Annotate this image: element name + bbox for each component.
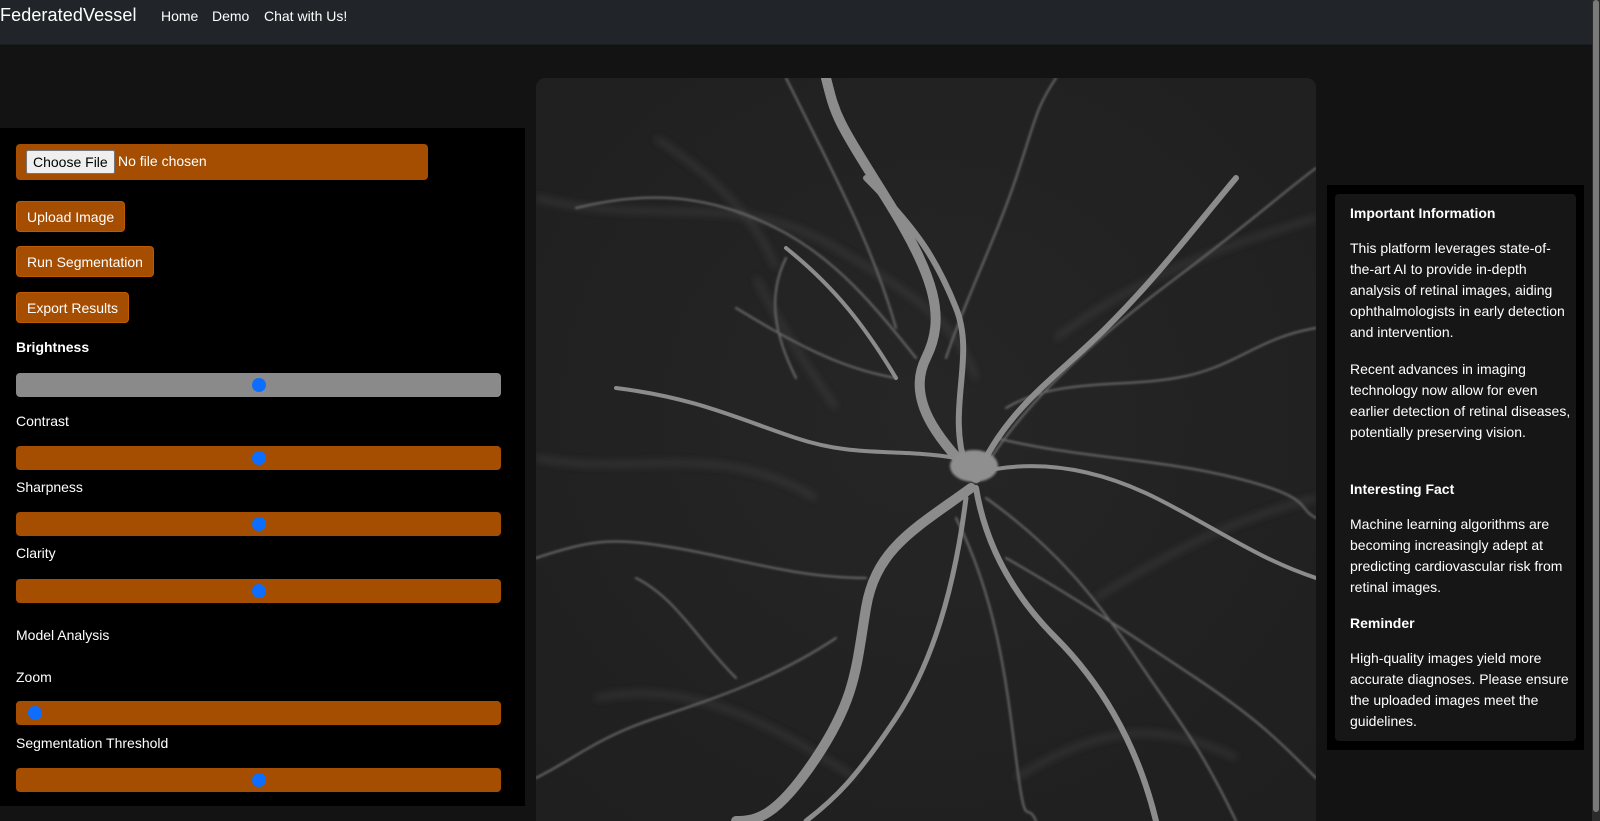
- choose-file-button[interactable]: Choose File: [26, 150, 115, 174]
- threshold-label: Segmentation Threshold: [16, 735, 169, 751]
- contrast-slider-thumb[interactable]: [251, 451, 266, 465]
- reminder-text: High-quality images yield more accurate …: [1350, 650, 1569, 729]
- file-status-text: No file chosen: [118, 153, 207, 169]
- sharpness-slider-thumb[interactable]: [251, 517, 266, 531]
- important-info-heading: Important Information: [1350, 205, 1496, 221]
- important-info-text-2: Recent advances in imaging technology no…: [1350, 361, 1571, 440]
- contrast-slider[interactable]: [16, 446, 501, 470]
- run-segmentation-button[interactable]: Run Segmentation: [16, 246, 154, 277]
- nav-home[interactable]: Home: [161, 8, 198, 24]
- clarity-slider-thumb[interactable]: [251, 584, 266, 598]
- threshold-slider[interactable]: [16, 768, 501, 792]
- nav-chat[interactable]: Chat with Us!: [264, 8, 347, 24]
- brightness-label: Brightness: [16, 339, 90, 355]
- retinal-vessel-image: [536, 78, 1316, 821]
- contrast-label: Contrast: [16, 413, 69, 429]
- sharpness-slider[interactable]: [16, 512, 501, 536]
- brightness-slider[interactable]: [16, 373, 501, 397]
- important-info-text-1: This platform leverages state-of-the-art…: [1350, 240, 1565, 340]
- threshold-slider-thumb[interactable]: [251, 773, 266, 787]
- clarity-slider[interactable]: [16, 579, 501, 603]
- model-analysis-label: Model Analysis: [16, 627, 110, 643]
- zoom-slider-thumb[interactable]: [28, 706, 43, 720]
- page-scrollbar-thumb[interactable]: [1593, 0, 1599, 812]
- brightness-slider-thumb[interactable]: [251, 378, 266, 392]
- upload-image-button[interactable]: Upload Image: [16, 201, 126, 232]
- interesting-fact-heading: Interesting Fact: [1350, 481, 1455, 497]
- file-input[interactable]: Choose File No file chosen: [16, 144, 428, 180]
- retinal-image: [536, 78, 1316, 821]
- brand-logo[interactable]: FederatedVessel: [0, 5, 137, 26]
- nav-demo[interactable]: Demo: [212, 8, 249, 24]
- sharpness-label: Sharpness: [16, 479, 83, 495]
- zoom-slider[interactable]: [16, 701, 501, 725]
- reminder-heading: Reminder: [1350, 615, 1415, 631]
- export-results-button[interactable]: Export Results: [16, 292, 130, 323]
- clarity-label: Clarity: [16, 545, 56, 561]
- zoom-label: Zoom: [16, 669, 52, 685]
- interesting-fact-text: Machine learning algorithms are becoming…: [1350, 516, 1563, 595]
- page-scrollbar[interactable]: [1592, 0, 1600, 821]
- navbar: FederatedVessel Home Demo Chat with Us!: [0, 0, 1592, 45]
